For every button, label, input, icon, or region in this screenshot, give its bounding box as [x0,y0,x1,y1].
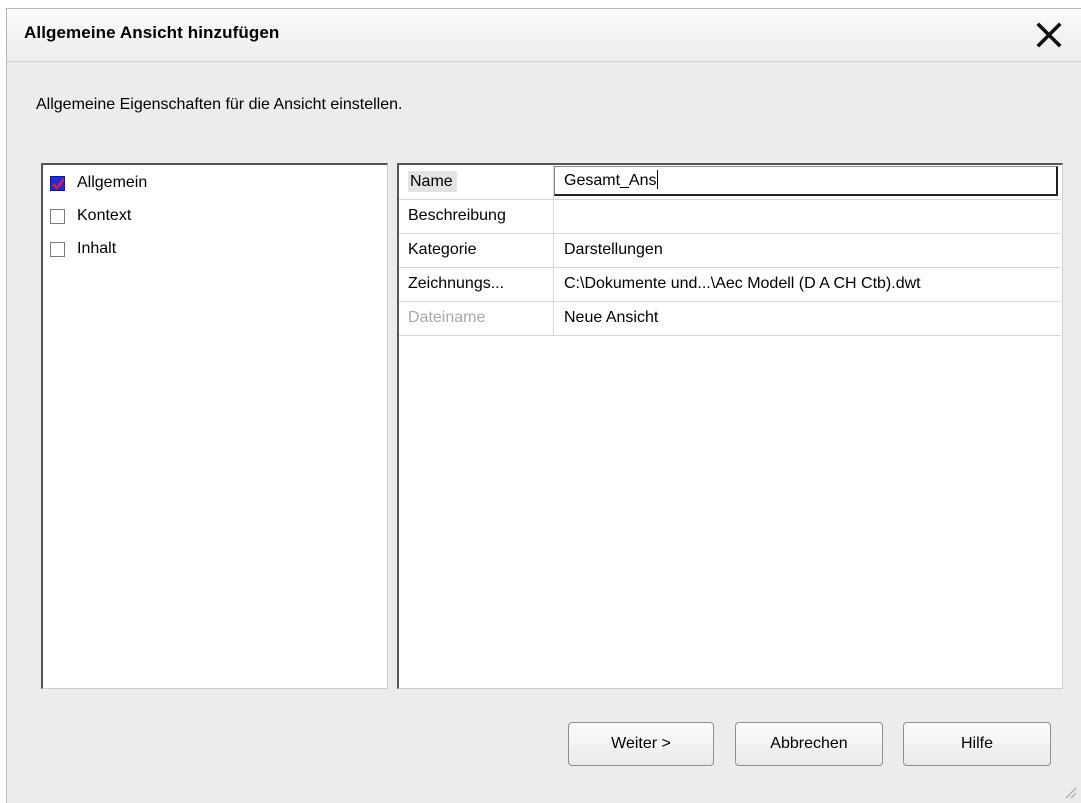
property-row-filename[interactable]: Dateiname Neue Ansicht [399,301,1061,336]
checkbox-inhalt[interactable] [50,241,65,257]
intro-text: Allgemeine Eigenschaften für die Ansicht… [36,96,403,113]
tree-item-label: Inhalt [77,240,117,257]
template-value[interactable]: C:\Dokumente und...\Aec Modell (D A CH C… [555,267,1061,301]
filename-value[interactable]: Neue Ansicht [555,301,1061,335]
property-row-category[interactable]: Kategorie Darstellungen [399,233,1061,268]
name-input[interactable]: Gesamt_Ans [554,166,1058,196]
property-label: Name [399,165,554,199]
tree-item-label: Allgemein [77,174,148,191]
property-label: Dateiname [399,301,554,335]
checkmark-icon [52,177,65,190]
property-grid: Name Gesamt_Ans Beschreibung Kategorie D… [397,163,1063,689]
property-label: Beschreibung [399,199,554,233]
checkbox-allgemein[interactable] [50,175,65,191]
tree-item-label: Kontext [77,207,132,224]
property-row-description[interactable]: Beschreibung [399,199,1061,234]
category-list: Allgemein Kontext Inhalt [41,163,388,689]
description-value[interactable] [555,199,1061,233]
property-label: Zeichnungs... [399,267,554,301]
property-label: Kategorie [399,233,554,267]
title-bar[interactable]: Allgemeine Ansicht hinzufügen [7,9,1081,62]
add-view-dialog: Allgemeine Ansicht hinzufügen Allgemeine… [6,8,1081,803]
property-row-template[interactable]: Zeichnungs... C:\Dokumente und...\Aec Mo… [399,267,1061,302]
tree-item-allgemein[interactable]: Allgemein [50,172,147,194]
text-caret [657,170,659,189]
resize-grip-icon[interactable] [1063,785,1077,799]
property-row-name[interactable]: Name Gesamt_Ans [399,165,1061,200]
next-button[interactable]: Weiter > [568,722,714,766]
dialog-title: Allgemeine Ansicht hinzufügen [24,23,280,42]
tree-item-kontext[interactable]: Kontext [50,205,131,227]
category-value[interactable]: Darstellungen [555,233,1061,267]
tree-item-inhalt[interactable]: Inhalt [50,238,116,260]
help-button[interactable]: Hilfe [903,722,1051,766]
close-icon[interactable] [1033,19,1065,51]
checkbox-kontext[interactable] [50,208,65,224]
cancel-button[interactable]: Abbrechen [735,722,883,766]
